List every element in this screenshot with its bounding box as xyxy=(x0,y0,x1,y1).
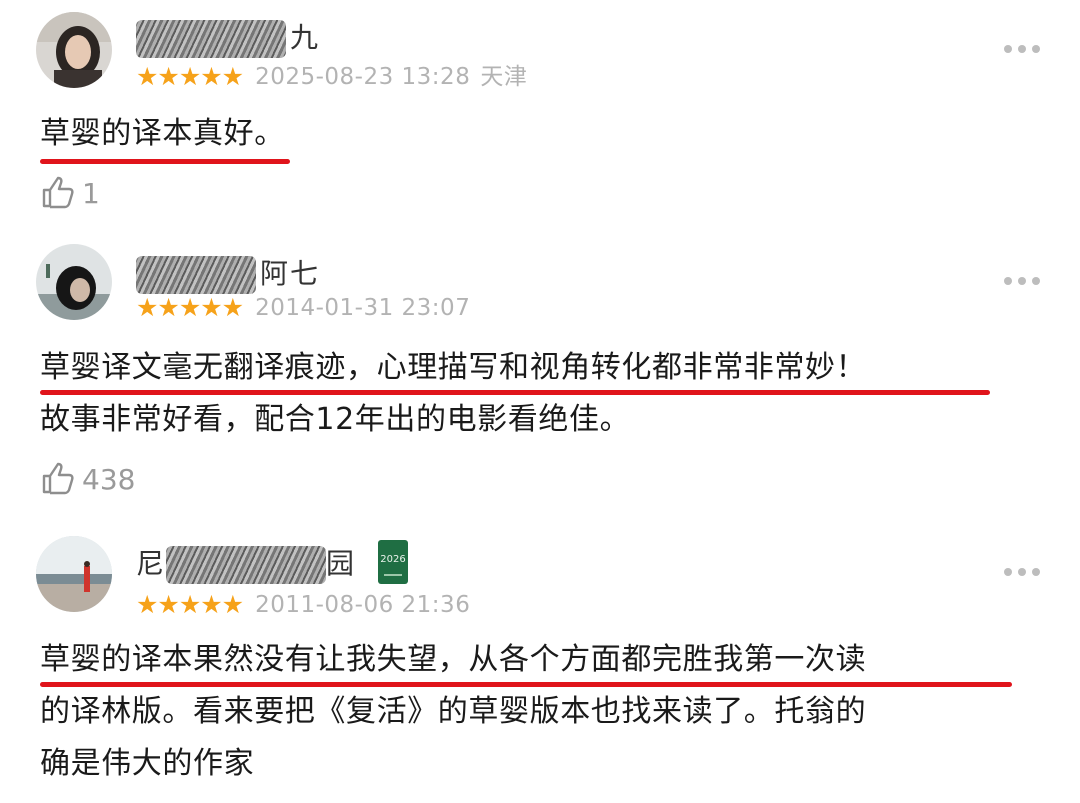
review-meta: ★★★★★ 2014-01-31 23:07 xyxy=(136,291,470,325)
review-card: 尼 园 2026 ★★★★★ 2011-08-06 21:36 草婴的译本果然没… xyxy=(0,520,1080,803)
review-location: 天津 xyxy=(480,64,528,90)
review-text: 草婴的译本果然没有让我失望，从各个方面都完胜我第一次读 的译林版。看来要把《复活… xyxy=(40,634,1050,790)
more-dots-icon[interactable] xyxy=(1004,567,1040,577)
blurred-username xyxy=(136,20,286,58)
rating-stars: ★★★★★ xyxy=(136,62,244,91)
like-count: 438 xyxy=(82,463,136,496)
username[interactable]: 阿七 xyxy=(136,252,376,296)
username-visible-part: 阿七 xyxy=(260,257,321,290)
blurred-username xyxy=(136,256,256,294)
highlight-underline xyxy=(40,390,990,395)
review-meta: ★★★★★ 2025-08-23 13:28 天津 xyxy=(136,60,527,94)
avatar[interactable] xyxy=(36,12,112,88)
review-card: 阿七 ★★★★★ 2014-01-31 23:07 草婴译文毫无翻译痕迹，心理描… xyxy=(0,230,1080,520)
review-text: 草婴的译本真好。 xyxy=(40,108,1050,160)
thumbs-up-icon xyxy=(38,172,78,216)
rating-stars: ★★★★★ xyxy=(136,293,244,322)
avatar[interactable] xyxy=(36,244,112,320)
review-date: 2014-01-31 23:07 xyxy=(255,295,471,321)
username-visible-part: 尼 xyxy=(136,547,167,580)
rating-stars: ★★★★★ xyxy=(136,590,244,619)
review-date: 2011-08-06 21:36 xyxy=(255,592,471,618)
highlight-underline xyxy=(40,682,1012,687)
more-dots-icon[interactable] xyxy=(1004,276,1040,286)
review-card: 九 ★★★★★ 2025-08-23 13:28 天津 草婴的译本真好。 1 xyxy=(0,0,1080,230)
like-button[interactable]: 1 xyxy=(38,172,100,216)
highlight-underline xyxy=(40,159,290,164)
avatar[interactable] xyxy=(36,536,112,612)
review-line: 确是伟大的作家 xyxy=(40,746,255,781)
blurred-username xyxy=(166,546,326,584)
review-line: 故事非常好看，配合12年出的电影看绝佳。 xyxy=(40,402,631,437)
review-line: 草婴的译本真好。 xyxy=(40,116,285,151)
more-dots-icon[interactable] xyxy=(1004,44,1040,54)
review-line: 草婴的译本果然没有让我失望，从各个方面都完胜我第一次读 xyxy=(40,642,867,677)
thumbs-up-icon xyxy=(38,458,78,502)
username[interactable]: 九 xyxy=(136,16,376,60)
username-visible-part: 园 xyxy=(326,547,357,580)
username-visible-part: 九 xyxy=(290,21,321,54)
like-button[interactable]: 438 xyxy=(38,458,135,502)
year-badge-icon[interactable]: 2026 xyxy=(378,540,408,584)
review-line: 草婴译文毫无翻译痕迹，心理描写和视角转化都非常非常妙！ xyxy=(40,350,867,385)
like-count: 1 xyxy=(82,177,100,210)
username[interactable]: 尼 园 xyxy=(136,542,376,586)
review-meta: ★★★★★ 2011-08-06 21:36 xyxy=(136,588,470,622)
review-date: 2025-08-23 13:28 xyxy=(255,64,471,90)
review-line: 的译林版。看来要把《复活》的草婴版本也找来读了。托翁的 xyxy=(40,694,867,729)
